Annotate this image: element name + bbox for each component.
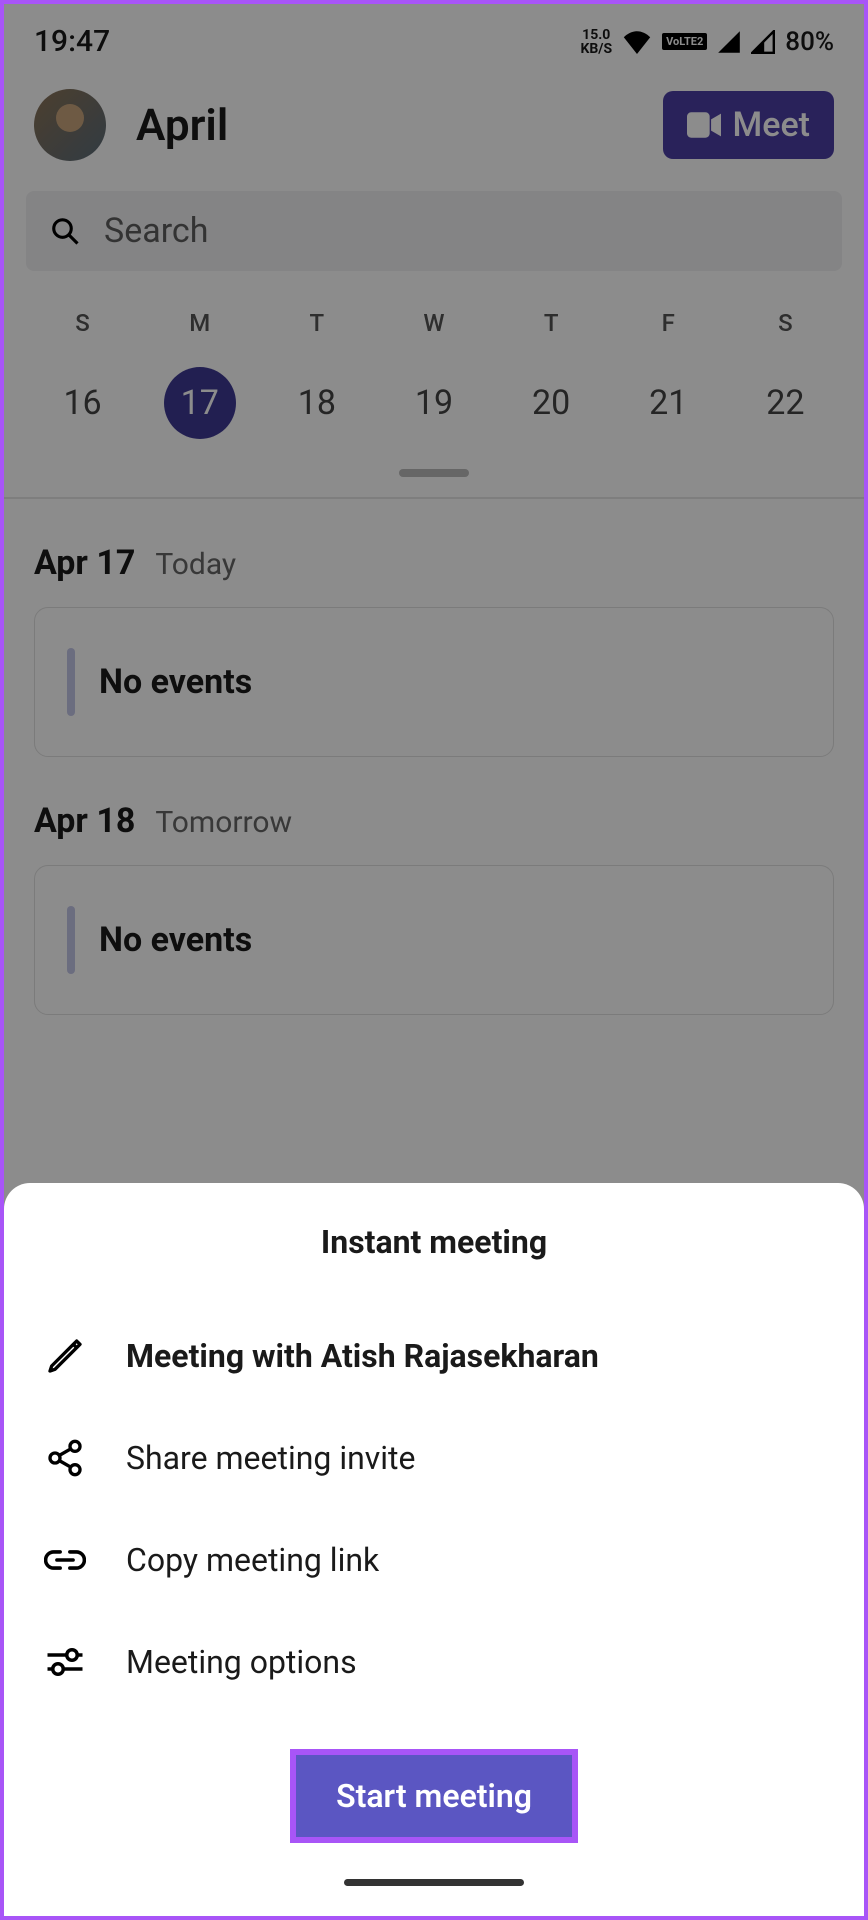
start-meeting-button[interactable]: Start meeting [290, 1749, 578, 1843]
link-icon [44, 1539, 86, 1581]
sheet-title: Instant meeting [44, 1223, 824, 1261]
pencil-icon [44, 1335, 86, 1377]
sheet-item-label: Meeting with Atish Rajasekharan [126, 1337, 599, 1375]
sheet-item-label: Copy meeting link [126, 1541, 379, 1579]
sliders-icon [44, 1641, 86, 1683]
sheet-item-label: Share meeting invite [126, 1439, 415, 1477]
share-invite-item[interactable]: Share meeting invite [44, 1407, 824, 1509]
meeting-title-item[interactable]: Meeting with Atish Rajasekharan [44, 1305, 824, 1407]
navigation-handle[interactable] [344, 1879, 524, 1886]
bottom-sheet: Instant meeting Meeting with Atish Rajas… [4, 1183, 864, 1916]
start-meeting-label: Start meeting [336, 1777, 532, 1815]
share-icon [44, 1437, 86, 1479]
copy-link-item[interactable]: Copy meeting link [44, 1509, 824, 1611]
meeting-options-item[interactable]: Meeting options [44, 1611, 824, 1713]
sheet-item-label: Meeting options [126, 1643, 357, 1681]
